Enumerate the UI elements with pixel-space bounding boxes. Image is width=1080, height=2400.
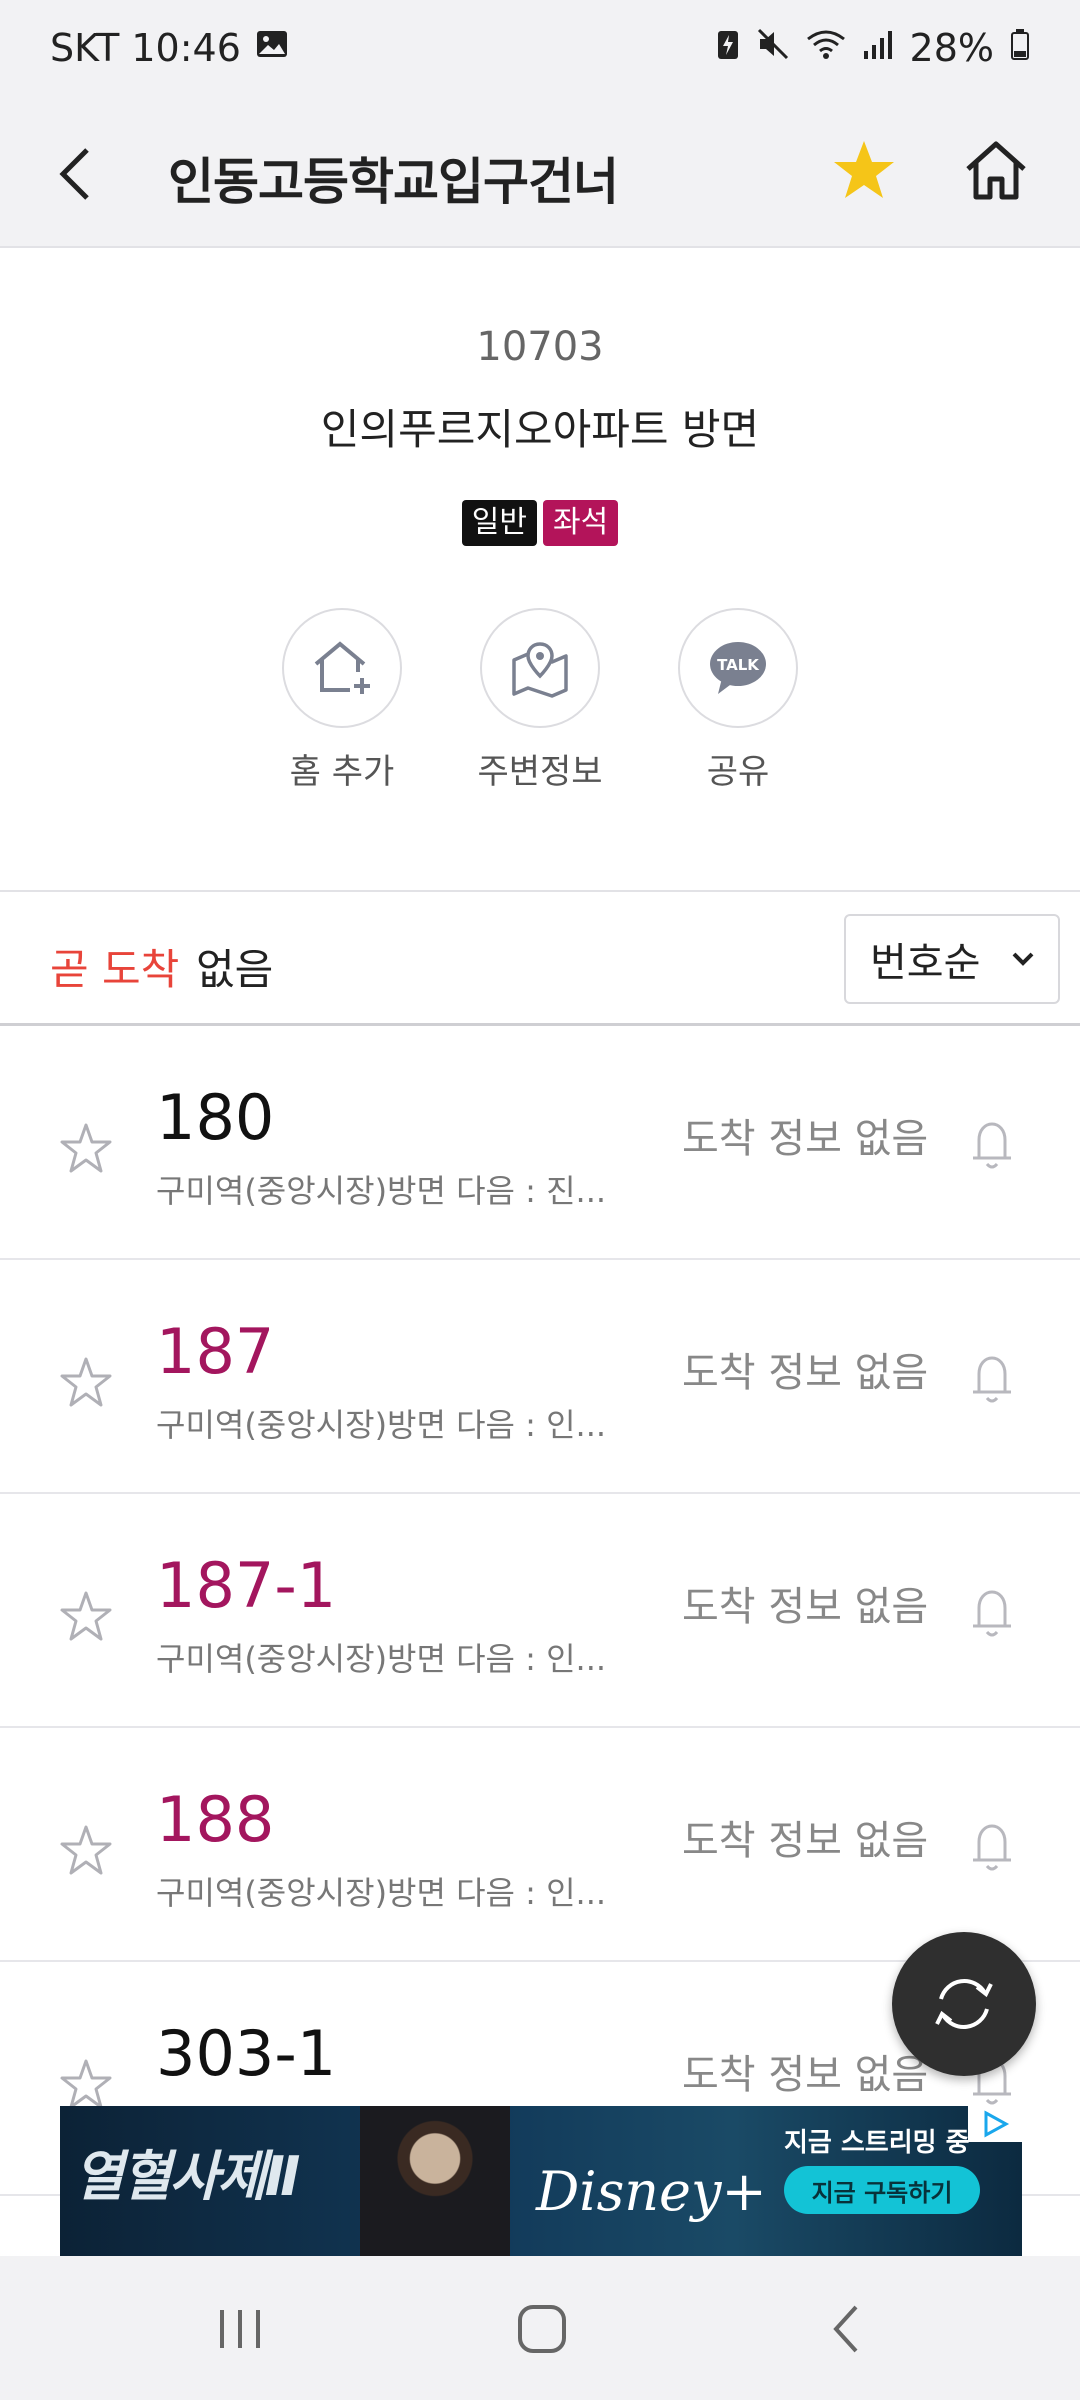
bus-destination: 구미역(중앙시장)방면 다음 : 인... — [156, 1874, 607, 1912]
arriving-soon-value: 없음 — [196, 945, 274, 994]
bell-icon — [973, 1824, 1011, 1871]
bus-row[interactable]: 187-1 구미역(중앙시장)방면 다음 : 인... 도착 정보 없음 — [0, 1494, 1080, 1728]
favorite-route-button[interactable] — [58, 1120, 114, 1176]
home-add-button[interactable]: 홈 추가 — [282, 608, 402, 793]
carrier-time: SKT 10:46 — [50, 26, 241, 70]
bus-destination: 구미역(중앙시장)방면 다음 : 인... — [156, 1640, 607, 1678]
arrival-alarm-button[interactable] — [964, 1816, 1020, 1876]
bell-icon — [973, 1122, 1011, 1169]
arrival-status: 도착 정보 없음 — [682, 1818, 929, 1864]
system-nav-bar — [0, 2256, 1080, 2400]
favorite-route-button[interactable] — [58, 2056, 114, 2112]
nearby-info-label: 주변정보 — [477, 752, 603, 792]
nearby-info-button[interactable]: 주변정보 — [477, 608, 603, 793]
bus-number: 187-1 — [156, 1549, 337, 1622]
home-icon — [966, 141, 1026, 200]
bus-row[interactable]: 187 구미역(중앙시장)방면 다음 : 인... 도착 정보 없음 — [0, 1260, 1080, 1494]
battery-icon — [1010, 26, 1030, 70]
arrival-status: 도착 정보 없음 — [682, 1584, 929, 1630]
badge-seat: 좌석 — [543, 500, 619, 546]
home-circle-icon — [518, 2305, 566, 2353]
bus-number: 180 — [156, 1081, 275, 1154]
bus-number: 303-1 — [156, 2017, 337, 2090]
ad-streaming-text: 지금 스트리밍 중 — [784, 2128, 970, 2158]
map-pin-icon — [512, 642, 568, 698]
chevron-left-icon — [59, 148, 89, 200]
star-outline-icon — [60, 2059, 112, 2109]
wifi-icon — [806, 26, 846, 70]
stop-info: 10703 인의푸르지오아파트 방면 일반 좌석 홈 추가 주변정보 TALK … — [0, 250, 1080, 890]
ad-banner[interactable]: 열혈사제Ⅱ Disney+ 지금 스트리밍 중 지금 구독하기 — [60, 2106, 1022, 2256]
stop-direction: 인의푸르지오아파트 방면 — [320, 405, 760, 454]
arrival-filter-row: 곧 도착 없음 번호순 — [0, 890, 1080, 1026]
bell-icon — [973, 1590, 1011, 1637]
back-nav-icon — [833, 2305, 858, 2353]
home-nav-button[interactable] — [492, 2296, 592, 2362]
chevron-down-icon — [1012, 952, 1034, 966]
stop-actions: 홈 추가 주변정보 TALK 공유 — [0, 608, 1080, 793]
sort-dropdown[interactable]: 번호순 — [844, 914, 1060, 1004]
sort-dropdown-label: 번호순 — [870, 940, 981, 986]
bus-number: 187 — [156, 1315, 275, 1388]
adchoices-icon[interactable] — [968, 2106, 1022, 2142]
gallery-icon — [255, 26, 289, 70]
arrival-status: 도착 정보 없음 — [682, 1350, 929, 1396]
badge-general: 일반 — [461, 500, 537, 546]
home-add-icon — [314, 641, 370, 694]
favorite-route-button[interactable] — [58, 1354, 114, 1410]
battery-percent: 28% — [909, 26, 994, 70]
mute-icon — [756, 26, 790, 70]
stop-id: 10703 — [476, 324, 604, 370]
ad-person-image — [360, 2106, 510, 2256]
refresh-icon — [935, 1979, 993, 2029]
star-outline-icon — [60, 1825, 112, 1875]
bell-icon — [973, 1356, 1011, 1403]
status-bar: SKT 10:46 28% — [0, 0, 1080, 100]
app-header: 인동고등학교입구건너 — [0, 100, 1080, 248]
back-button[interactable] — [40, 136, 110, 212]
recent-apps-icon — [220, 2310, 260, 2348]
bus-row[interactable]: 180 구미역(중앙시장)방면 다음 : 진... 도착 정보 없음 — [0, 1026, 1080, 1260]
favorite-route-button[interactable] — [58, 1588, 114, 1644]
signal-icon — [862, 26, 894, 70]
arriving-soon-label: 곧 도착 — [50, 945, 180, 994]
bus-row[interactable]: 188 구미역(중앙시장)방면 다음 : 인... 도착 정보 없음 — [0, 1728, 1080, 1962]
ad-brand: Disney+ — [536, 2160, 767, 2223]
bus-destination: 구미역(중앙시장)방면 다음 : 인... — [156, 1406, 607, 1444]
refresh-button[interactable] — [892, 1932, 1036, 2076]
battery-saver-icon — [716, 26, 740, 70]
star-outline-icon — [60, 1591, 112, 1641]
home-button[interactable] — [958, 130, 1034, 210]
favorite-button[interactable] — [828, 130, 900, 210]
page-title: 인동고등학교입구건너 — [168, 153, 619, 211]
arrival-alarm-button[interactable] — [964, 1348, 1020, 1408]
kakaotalk-icon: TALK — [710, 642, 766, 694]
arrival-alarm-button[interactable] — [964, 1582, 1020, 1642]
back-nav-button[interactable] — [796, 2296, 896, 2362]
arrival-status: 도착 정보 없음 — [682, 1116, 929, 1162]
arrival-status: 도착 정보 없음 — [682, 2052, 929, 2098]
favorite-route-button[interactable] — [58, 1822, 114, 1878]
svg-text:TALK: TALK — [717, 656, 760, 674]
star-filled-icon — [834, 141, 894, 198]
recent-apps-button[interactable] — [190, 2296, 290, 2362]
ad-title: 열혈사제Ⅱ — [74, 2145, 300, 2208]
star-outline-icon — [60, 1357, 112, 1407]
ad-subscribe-button[interactable]: 지금 구독하기 — [784, 2166, 980, 2214]
arrival-alarm-button[interactable] — [964, 1114, 1020, 1174]
route-type-badges: 일반 좌석 — [0, 500, 1080, 546]
share-button[interactable]: TALK 공유 — [678, 608, 798, 793]
home-add-label: 홈 추가 — [289, 752, 395, 792]
star-outline-icon — [60, 1123, 112, 1173]
share-label: 공유 — [706, 752, 770, 792]
bus-destination: 구미역(중앙시장)방면 다음 : 진... — [156, 1172, 607, 1210]
bus-number: 188 — [156, 1783, 275, 1856]
